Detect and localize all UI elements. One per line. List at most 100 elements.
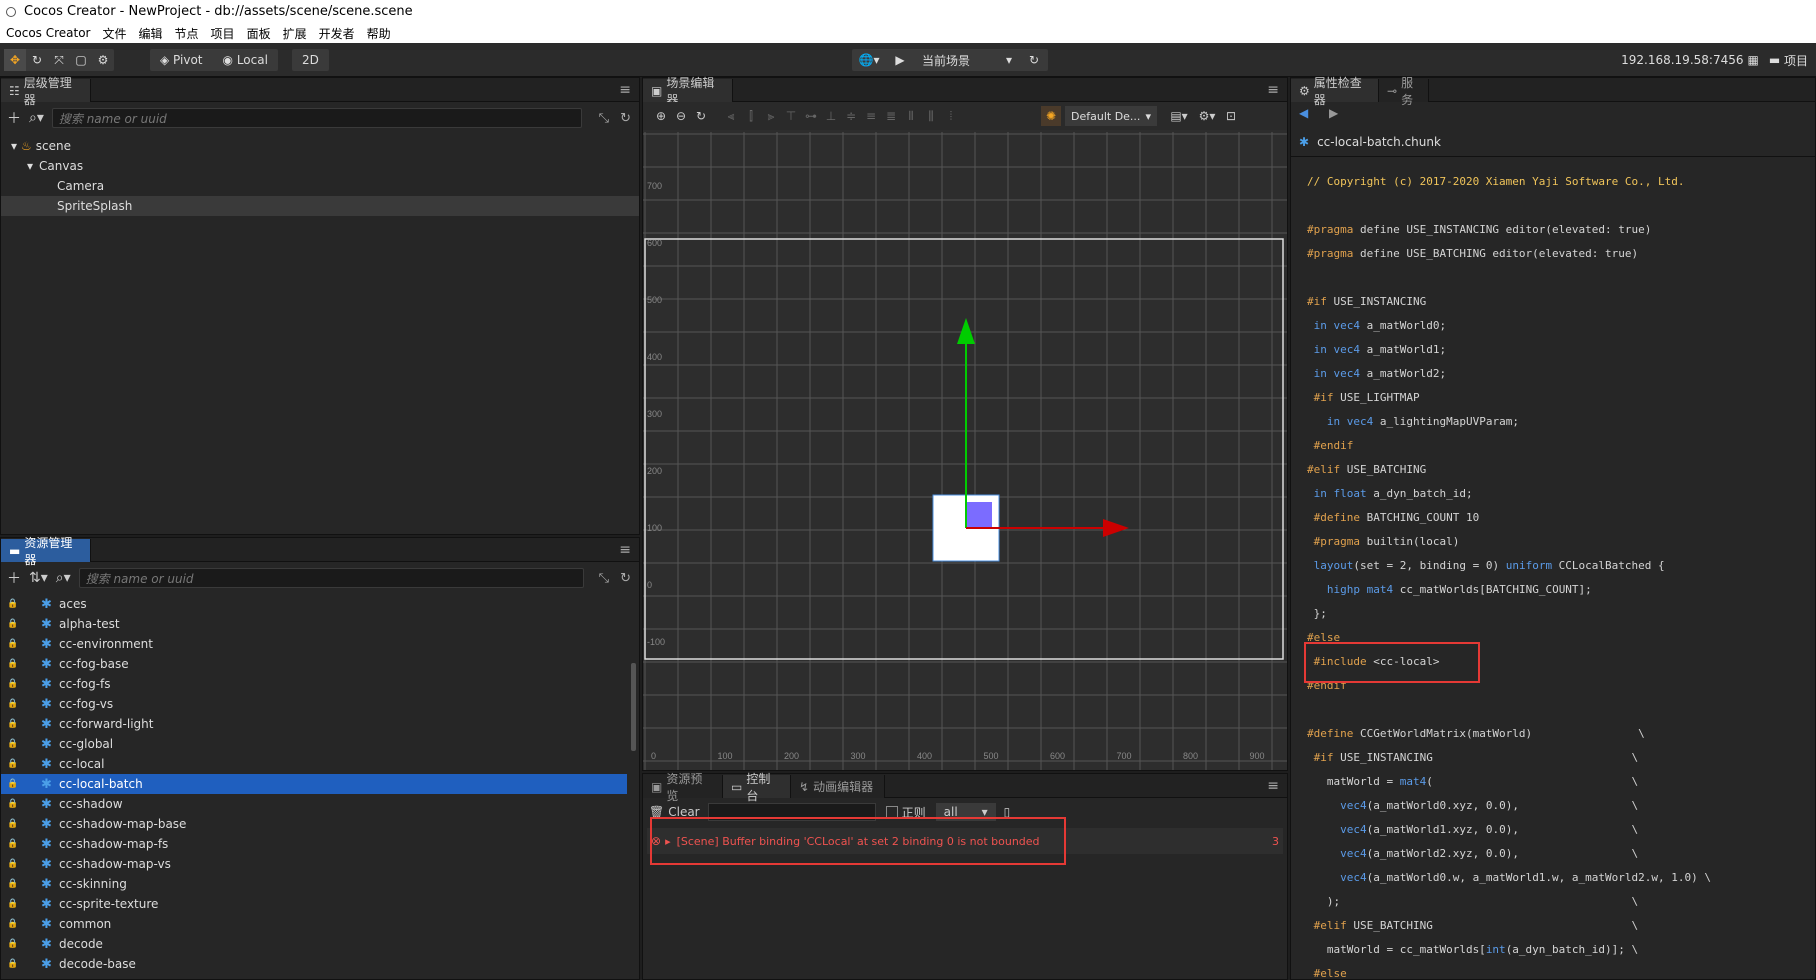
hierarchy-search-input[interactable]: 搜索 name or uuid (51, 108, 582, 128)
refresh-icon[interactable]: ↻ (1020, 49, 1048, 71)
lock-icon[interactable]: 🔒 (7, 659, 18, 669)
asset-item[interactable]: 🔒 ✱ cc-environment (1, 634, 627, 654)
align-top-icon[interactable]: ⊤ (781, 106, 801, 126)
rect-tool-icon[interactable]: ▢ (70, 49, 92, 71)
asset-item[interactable]: 🔒 ✱ common (1, 914, 627, 934)
nav-forward-icon[interactable]: ▶ (1329, 106, 1338, 120)
asset-item[interactable]: 🔒 ✱ cc-fog-fs (1, 674, 627, 694)
lock-icon[interactable]: 🔒 (7, 639, 18, 649)
zoom-in-icon[interactable]: ⊕ (651, 106, 671, 126)
refresh-icon[interactable]: ↻ (620, 111, 631, 126)
tree-node-canvas[interactable]: ▾ Canvas (1, 156, 639, 176)
menu-extension[interactable]: 扩展 (283, 25, 307, 42)
sort-icon[interactable]: ⇅▾ (29, 570, 48, 586)
lock-icon[interactable]: 🔒 (7, 599, 18, 609)
lock-icon[interactable]: 🔒 (7, 799, 18, 809)
lock-icon[interactable]: 🔒 (7, 939, 18, 949)
lock-icon[interactable]: 🔒 (7, 819, 18, 829)
align-right-icon[interactable]: ⫸ (761, 106, 781, 126)
align-left-icon[interactable]: ⫷ (721, 106, 741, 126)
gear-icon[interactable]: ⚙▾ (1193, 106, 1221, 126)
lock-icon[interactable]: 🔒 (7, 759, 18, 769)
rotate-tool-icon[interactable]: ↻ (26, 49, 48, 71)
assets-search-input[interactable]: 搜索 name or uuid (78, 568, 584, 588)
asset-item[interactable]: 🔒 ✱ aces (1, 594, 627, 614)
nav-back-icon[interactable]: ◀ (1299, 106, 1308, 120)
menu-edit[interactable]: 编辑 (139, 25, 163, 42)
mode-2d-button[interactable]: 2D (292, 49, 329, 71)
menu-developer[interactable]: 开发者 (319, 25, 355, 42)
lock-icon[interactable]: 🔒 (7, 739, 18, 749)
collapse-icon[interactable]: ⤡ (599, 111, 609, 126)
asset-item[interactable]: 🔒 ✱ cc-shadow-map-vs (1, 854, 627, 874)
asset-item[interactable]: 🔒 ✱ cc-forward-light (1, 714, 627, 734)
menu-panel[interactable]: 面板 (247, 25, 271, 42)
zoom-out-icon[interactable]: ⊖ (671, 106, 691, 126)
asset-item[interactable]: 🔒 ✱ decode-base (1, 954, 627, 974)
asset-item[interactable]: 🔒 ✱ cc-shadow-map-base (1, 814, 627, 834)
panel-menu-icon[interactable]: ≡ (619, 542, 631, 558)
asset-item[interactable]: 🔒 ✱ cc-fog-base (1, 654, 627, 674)
tab-animation-editor[interactable]: ↯ 动画编辑器 (791, 775, 885, 798)
asset-item[interactable]: 🔒 ✱ cc-local-batch (1, 774, 627, 794)
qrcode-icon[interactable]: ▦ (1747, 53, 1758, 67)
align-bottom-icon[interactable]: ⊥ (821, 106, 841, 126)
lock-icon[interactable]: 🔒 (7, 699, 18, 709)
reset-zoom-icon[interactable]: ↻ (691, 106, 711, 126)
asset-item[interactable]: 🔒 ✱ cc-local (1, 754, 627, 774)
menu-app[interactable]: Cocos Creator (6, 26, 91, 40)
scene-viewport[interactable]: 700 600 500 400 300 200 100 0 -100 0 100 200 300 400 5… (643, 132, 1287, 770)
settings-tool-icon[interactable]: ⚙ (92, 49, 114, 71)
tree-node-spritesplash[interactable]: SpriteSplash (1, 196, 639, 216)
distribute-right-icon[interactable]: ⦙ (941, 106, 961, 126)
lock-icon[interactable]: 🔒 (7, 719, 18, 729)
lock-icon[interactable]: 🔒 (7, 879, 18, 889)
tab-service[interactable]: ⊸ 服务 (1379, 76, 1429, 107)
asset-item[interactable]: 🔒 ✱ cc-skinning (1, 874, 627, 894)
align-vcenter-icon[interactable]: ⊶ (801, 106, 821, 126)
camera-gizmo-icon[interactable]: ✺ (1041, 106, 1061, 126)
project-button[interactable]: 项目 (1784, 52, 1808, 69)
distribute-top-icon[interactable]: ≑ (841, 106, 861, 126)
camera-select[interactable]: Default De... ▾ (1065, 106, 1157, 126)
expand-arrow-icon[interactable]: ▾ (11, 139, 17, 153)
tab-hierarchy[interactable]: ☷ 层级管理器 (1, 76, 91, 107)
distribute-vcenter-icon[interactable]: ≡ (861, 106, 881, 126)
pivot-button[interactable]: ◈ Pivot (150, 49, 213, 71)
asset-item[interactable]: 🔒 ✱ cc-shadow (1, 794, 627, 814)
local-button[interactable]: ◉ Local (213, 49, 278, 71)
asset-item[interactable]: 🔒 ✱ cc-sprite-texture (1, 894, 627, 914)
tab-assets[interactable]: ▬ 资源管理器 (1, 536, 91, 567)
tree-node-scene[interactable]: ▾ ♨ scene (1, 136, 639, 156)
tab-inspector[interactable]: ⚙ 属性检查器 (1291, 76, 1379, 107)
snapshot-icon[interactable]: ⊡ (1221, 106, 1241, 126)
asset-item[interactable]: 🔒 ✱ cc-global (1, 734, 627, 754)
move-tool-icon[interactable]: ✥ (4, 49, 26, 71)
asset-item[interactable]: 🔒 ✱ cc-shadow-map-fs (1, 834, 627, 854)
add-icon[interactable]: ＋ (7, 568, 21, 588)
asset-item[interactable]: 🔒 ✱ alpha-test (1, 614, 627, 634)
scene-select[interactable]: 当前场景 ▾ (914, 49, 1020, 71)
lock-icon[interactable]: 🔒 (7, 899, 18, 909)
menu-help[interactable]: 帮助 (367, 25, 391, 42)
lock-icon[interactable]: 🔒 (7, 619, 18, 629)
distribute-bottom-icon[interactable]: ≣ (881, 106, 901, 126)
tree-node-camera[interactable]: Camera (1, 176, 639, 196)
tab-asset-preview[interactable]: ▣ 资源预览 (643, 772, 723, 803)
panel-menu-icon[interactable]: ≡ (1267, 82, 1279, 98)
asset-item[interactable]: 🔒 ✱ cc-fog-vs (1, 694, 627, 714)
image-view-icon[interactable]: ▤▾ (1165, 106, 1193, 126)
expand-arrow-icon[interactable]: ▾ (27, 159, 33, 173)
panel-menu-icon[interactable]: ≡ (619, 82, 631, 98)
collapse-icon[interactable]: ⤡ (599, 571, 609, 586)
menu-node[interactable]: 节点 (175, 25, 199, 42)
search-icon[interactable]: ⌕▾ (29, 110, 44, 126)
panel-menu-icon[interactable]: ≡ (1267, 778, 1279, 794)
platform-globe-icon[interactable]: 🌐▾ (852, 49, 886, 71)
lock-icon[interactable]: 🔒 (7, 839, 18, 849)
add-icon[interactable]: ＋ (7, 108, 21, 128)
lock-icon[interactable]: 🔒 (7, 679, 18, 689)
lock-icon[interactable]: 🔒 (7, 919, 18, 929)
ip-address[interactable]: 192.168.19.58:7456 (1621, 53, 1743, 67)
refresh-icon[interactable]: ↻ (620, 571, 631, 586)
